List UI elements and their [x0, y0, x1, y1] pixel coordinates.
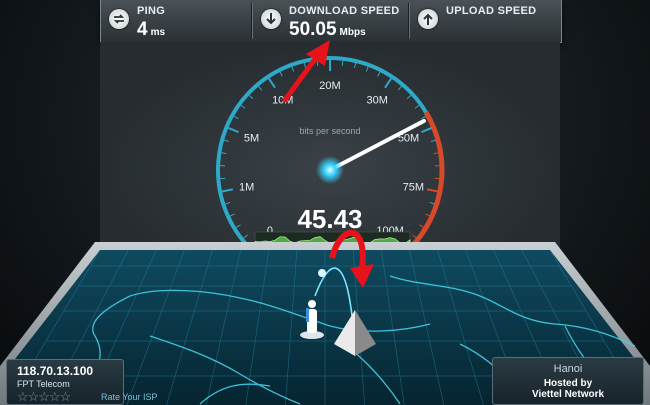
star-icon[interactable]: ☆ [49, 389, 61, 404]
client-isp: FPT Telecom [17, 379, 70, 389]
server-info-card: Hanoi Hosted by Viettel Network [492, 357, 644, 405]
star-icon[interactable]: ☆ [38, 389, 50, 404]
star-icon[interactable]: ☆ [60, 389, 72, 404]
annotation-arrow-download [282, 40, 330, 103]
star-icon[interactable]: ☆ [17, 389, 29, 404]
rate-isp-link[interactable]: Rate Your ISP [101, 392, 158, 402]
annotation-arrow-server [329, 229, 374, 288]
server-hosted-by: Hosted by [543, 378, 593, 389]
server-network: Viettel Network [531, 389, 605, 400]
annotation-overlay [282, 40, 374, 288]
server-city: Hanoi [553, 363, 583, 375]
speedtest-app: PING 4 ms DOWNLOAD SPEED 50.05 Mbps UPLOAD… [0, 0, 650, 405]
client-ip: 118.70.13.100 [17, 364, 94, 378]
star-icon[interactable]: ☆ [28, 389, 40, 404]
client-info-card: 118.70.13.100 FPT Telecom ☆☆☆☆☆ Rate You… [6, 359, 158, 405]
rating-stars[interactable]: ☆☆☆☆☆ [17, 389, 72, 405]
